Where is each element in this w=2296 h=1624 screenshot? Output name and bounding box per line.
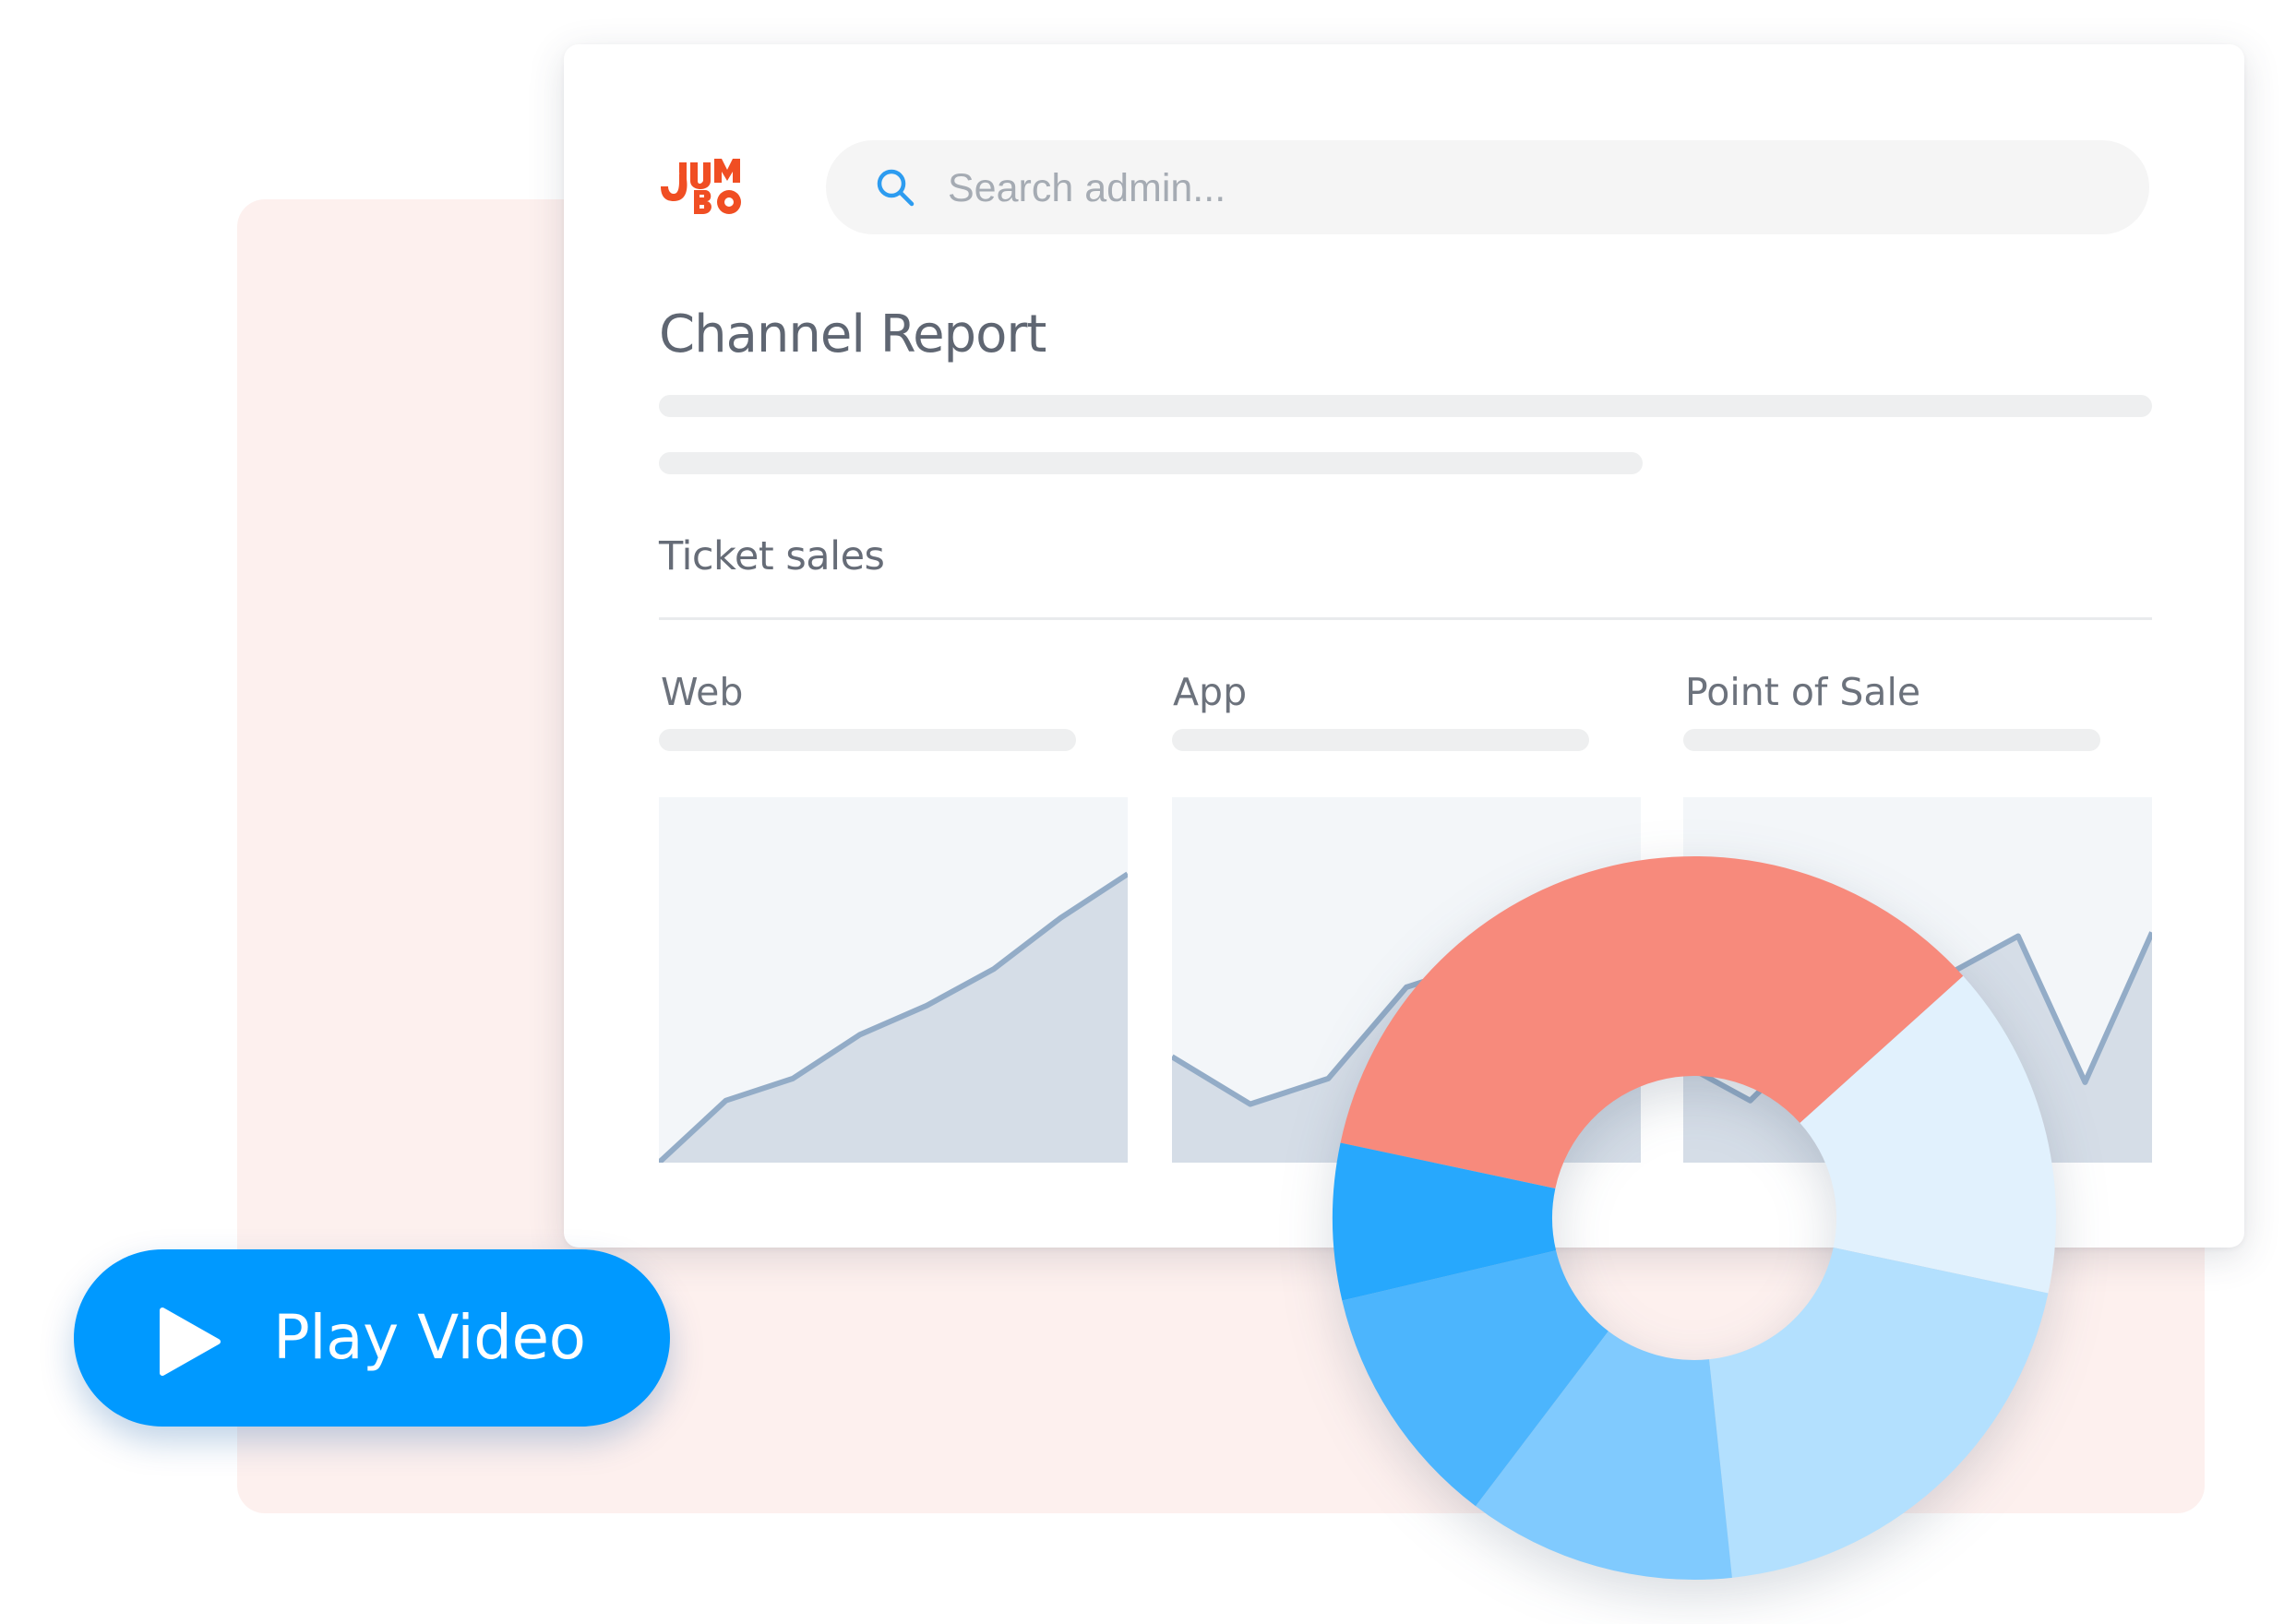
donut-chart [1316, 840, 2073, 1596]
search-icon [877, 169, 915, 207]
play-video-button[interactable]: Play Video [74, 1249, 670, 1427]
column-placeholder-line [659, 729, 1076, 751]
text-placeholder-line [659, 452, 1643, 474]
column-label-app: App [1173, 670, 1248, 714]
column-label-web: Web [661, 670, 744, 714]
search-bar[interactable] [826, 140, 2149, 236]
jumbo-logo [661, 159, 741, 214]
page-title: Channel Report [659, 304, 1046, 364]
search-input[interactable] [946, 140, 2103, 236]
area-chart-web [659, 871, 1128, 1163]
donut-chart-svg [1333, 856, 2056, 1580]
play-icon [160, 1308, 221, 1376]
section-title: Ticket sales [659, 533, 885, 579]
text-placeholder-line [659, 395, 2152, 417]
donut-slice [1709, 1248, 2049, 1578]
section-divider [659, 617, 2152, 620]
play-video-label: Play Video [273, 1302, 586, 1373]
column-placeholder-line [1172, 729, 1589, 751]
chart-panel-web [659, 797, 1128, 1163]
column-placeholder-line [1683, 729, 2100, 751]
column-label-point-of-sale: Point of Sale [1685, 670, 1921, 714]
